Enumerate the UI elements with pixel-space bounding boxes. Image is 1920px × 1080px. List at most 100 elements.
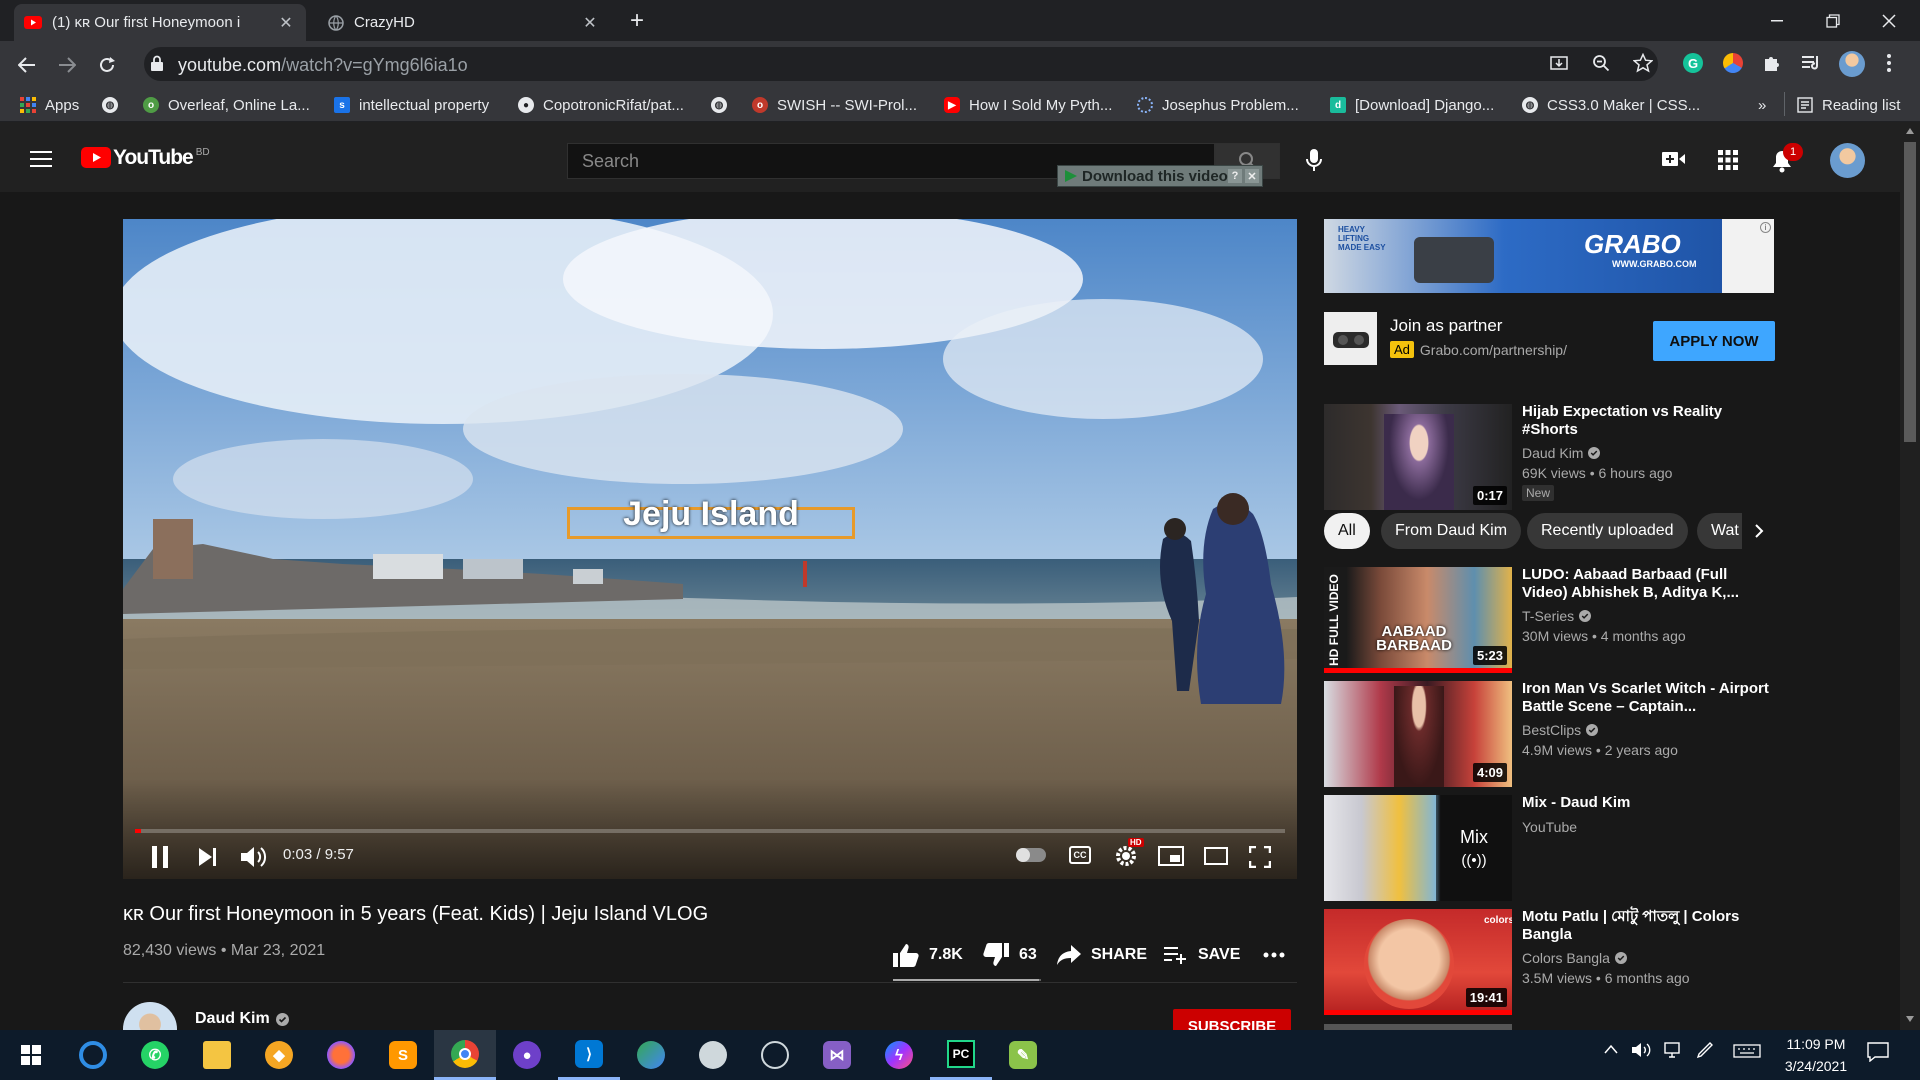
scroll-up-icon[interactable] bbox=[1906, 128, 1914, 134]
taskbar-app-explorer[interactable] bbox=[186, 1030, 248, 1080]
hamburger-menu-icon[interactable] bbox=[30, 151, 52, 167]
download-video-bar[interactable]: Download this video ? ✕ bbox=[1057, 165, 1263, 187]
pause-icon[interactable] bbox=[152, 846, 168, 868]
taskbar-app-whatsapp[interactable]: ✆ bbox=[124, 1030, 186, 1080]
recommendation-title[interactable]: LUDO: Aabaad Barbaad (Full Video) Abhish… bbox=[1522, 566, 1772, 602]
next-video-icon[interactable] bbox=[199, 848, 217, 866]
notification-center-icon[interactable] bbox=[1867, 1042, 1889, 1062]
reading-list-button[interactable]: Reading list bbox=[1797, 93, 1900, 117]
taskbar-app-brave[interactable]: ◆ bbox=[248, 1030, 310, 1080]
like-button[interactable]: 7.8K bbox=[893, 942, 963, 968]
ad-title[interactable]: Join as partner bbox=[1390, 316, 1502, 336]
bookmark-globe[interactable]: ◍ bbox=[711, 93, 736, 117]
bookmark-apps[interactable]: Apps bbox=[20, 93, 79, 117]
bookmark-globe[interactable]: ◍ bbox=[102, 93, 127, 117]
pen-icon[interactable] bbox=[1696, 1041, 1714, 1059]
grammarly-icon[interactable]: G bbox=[1683, 53, 1703, 73]
taskbar-app-pycharm[interactable]: PC bbox=[930, 1030, 992, 1080]
taskbar-app-sync[interactable] bbox=[62, 1030, 124, 1080]
captions-icon[interactable]: CC bbox=[1069, 846, 1091, 864]
minimize-button[interactable] bbox=[1749, 0, 1805, 41]
bookmarks-overflow-button[interactable]: » bbox=[1758, 93, 1766, 117]
recommendation-channel[interactable]: Daud Kim bbox=[1522, 445, 1601, 461]
close-tab-icon[interactable]: ✕ bbox=[276, 13, 296, 33]
ad-banner[interactable]: HEAVY LIFTING MADE EASY GRABO WWW.GRABO.… bbox=[1324, 219, 1774, 293]
bookmark-intellectual-property[interactable]: s intellectual property bbox=[334, 93, 489, 117]
channel-name[interactable]: Daud Kim bbox=[195, 1010, 289, 1028]
taskbar-app-sublime[interactable]: S bbox=[372, 1030, 434, 1080]
microphone-icon[interactable] bbox=[1305, 148, 1323, 172]
media-control-icon[interactable] bbox=[1801, 54, 1821, 72]
taskbar-app-vscode[interactable]: ⟩ bbox=[558, 1030, 620, 1080]
scroll-down-icon[interactable] bbox=[1906, 1016, 1914, 1022]
chrome-menu-icon[interactable] bbox=[1886, 53, 1892, 73]
chips-next-button[interactable] bbox=[1742, 513, 1776, 549]
page-scrollbar[interactable] bbox=[1900, 122, 1920, 1030]
taskbar-app-firefox[interactable] bbox=[310, 1030, 372, 1080]
recommendation-thumbnail[interactable]: 4:09 bbox=[1324, 681, 1512, 787]
more-actions-icon[interactable] bbox=[1263, 952, 1285, 958]
create-video-icon[interactable] bbox=[1662, 151, 1686, 167]
volume-tray-icon[interactable] bbox=[1632, 1042, 1652, 1058]
extension-icon[interactable] bbox=[1723, 53, 1743, 73]
recommendation-thumbnail[interactable]: Mix ((•)) bbox=[1324, 795, 1512, 901]
system-clock[interactable]: 11:09 PM 3/24/2021 bbox=[1770, 1033, 1862, 1077]
extensions-puzzle-icon[interactable] bbox=[1762, 53, 1782, 73]
chip-from-daud-kim[interactable]: From Daud Kim bbox=[1381, 513, 1522, 549]
recommendation-title[interactable]: Hijab Expectation vs Reality #Shorts bbox=[1522, 403, 1772, 439]
recommendation-channel[interactable]: YouTube bbox=[1522, 819, 1577, 835]
apply-now-button[interactable]: APPLY NOW bbox=[1653, 321, 1775, 361]
close-tab-icon[interactable]: ✕ bbox=[580, 13, 600, 33]
bookmark-star-icon[interactable] bbox=[1633, 53, 1653, 73]
taskbar-app-satellite[interactable] bbox=[744, 1030, 806, 1080]
bookmark-overleaf[interactable]: o Overleaf, Online La... bbox=[143, 93, 310, 117]
back-icon[interactable] bbox=[12, 50, 42, 80]
start-button[interactable] bbox=[0, 1030, 62, 1080]
bookmark-swish[interactable]: o SWISH -- SWI-Prol... bbox=[752, 93, 917, 117]
progress-bar[interactable] bbox=[135, 829, 1285, 833]
miniplayer-icon[interactable] bbox=[1158, 846, 1184, 866]
settings-gear-icon[interactable] bbox=[1114, 844, 1138, 868]
user-avatar[interactable] bbox=[1830, 143, 1865, 178]
tab-crazyhd[interactable]: CrazyHD ✕ bbox=[318, 4, 610, 41]
zoom-icon[interactable] bbox=[1592, 54, 1610, 72]
close-icon[interactable]: ✕ bbox=[1245, 169, 1259, 183]
ad-info-icon[interactable]: i bbox=[1760, 222, 1771, 233]
share-button[interactable]: SHARE bbox=[1057, 942, 1147, 968]
autoplay-toggle[interactable] bbox=[1016, 848, 1046, 862]
bookmark-josephus[interactable]: Josephus Problem... bbox=[1137, 93, 1299, 117]
keyboard-icon[interactable] bbox=[1733, 1044, 1761, 1058]
reload-icon[interactable] bbox=[92, 50, 122, 80]
taskbar-app-chrome[interactable] bbox=[434, 1030, 496, 1080]
install-app-icon[interactable] bbox=[1550, 54, 1568, 72]
close-window-button[interactable] bbox=[1861, 0, 1917, 41]
recommendation-channel[interactable]: T-Series bbox=[1522, 608, 1592, 624]
subscribe-button[interactable]: SUBSCRIBE bbox=[1173, 1009, 1291, 1030]
profile-avatar[interactable] bbox=[1839, 51, 1865, 77]
dislike-button[interactable]: 63 bbox=[983, 942, 1037, 968]
help-icon[interactable]: ? bbox=[1228, 169, 1242, 183]
recommendation-title[interactable]: Mix - Daud Kim bbox=[1522, 794, 1772, 812]
new-tab-button[interactable]: + bbox=[624, 7, 650, 34]
bookmark-youtube[interactable]: ▶ How I Sold My Pyth... bbox=[944, 93, 1112, 117]
save-button[interactable]: SAVE bbox=[1164, 942, 1240, 968]
chip-watched[interactable]: Wat bbox=[1697, 513, 1745, 549]
show-hidden-icons[interactable] bbox=[1604, 1044, 1618, 1054]
youtube-logo[interactable]: YouTube BD bbox=[81, 147, 210, 168]
volume-icon[interactable] bbox=[241, 845, 267, 869]
bookmark-django[interactable]: d [Download] Django... bbox=[1330, 93, 1494, 117]
restore-button[interactable] bbox=[1805, 0, 1861, 41]
taskbar-app-github[interactable]: ● bbox=[496, 1030, 558, 1080]
recommendation-thumbnail[interactable]: 0:17 bbox=[1324, 404, 1512, 510]
chip-all[interactable]: All bbox=[1324, 513, 1370, 549]
bookmark-github[interactable]: ● CopotronicRifat/pat... bbox=[518, 93, 684, 117]
taskbar-app-visualstudio[interactable]: ⋈ bbox=[806, 1030, 868, 1080]
scrollbar-thumb[interactable] bbox=[1904, 142, 1916, 442]
taskbar-app-messenger[interactable]: ϟ bbox=[868, 1030, 930, 1080]
apps-grid-icon[interactable] bbox=[1718, 150, 1738, 170]
forward-icon[interactable] bbox=[52, 50, 82, 80]
taskbar-app-parrot[interactable] bbox=[682, 1030, 744, 1080]
video-player[interactable]: Jeju Island 0:03 / 9:57 CC HD bbox=[123, 219, 1297, 879]
network-icon[interactable] bbox=[1664, 1042, 1684, 1058]
recommendation-thumbnail[interactable]: HD FULL VIDEO AABAAD BARBAAD 5:23 bbox=[1324, 567, 1512, 673]
